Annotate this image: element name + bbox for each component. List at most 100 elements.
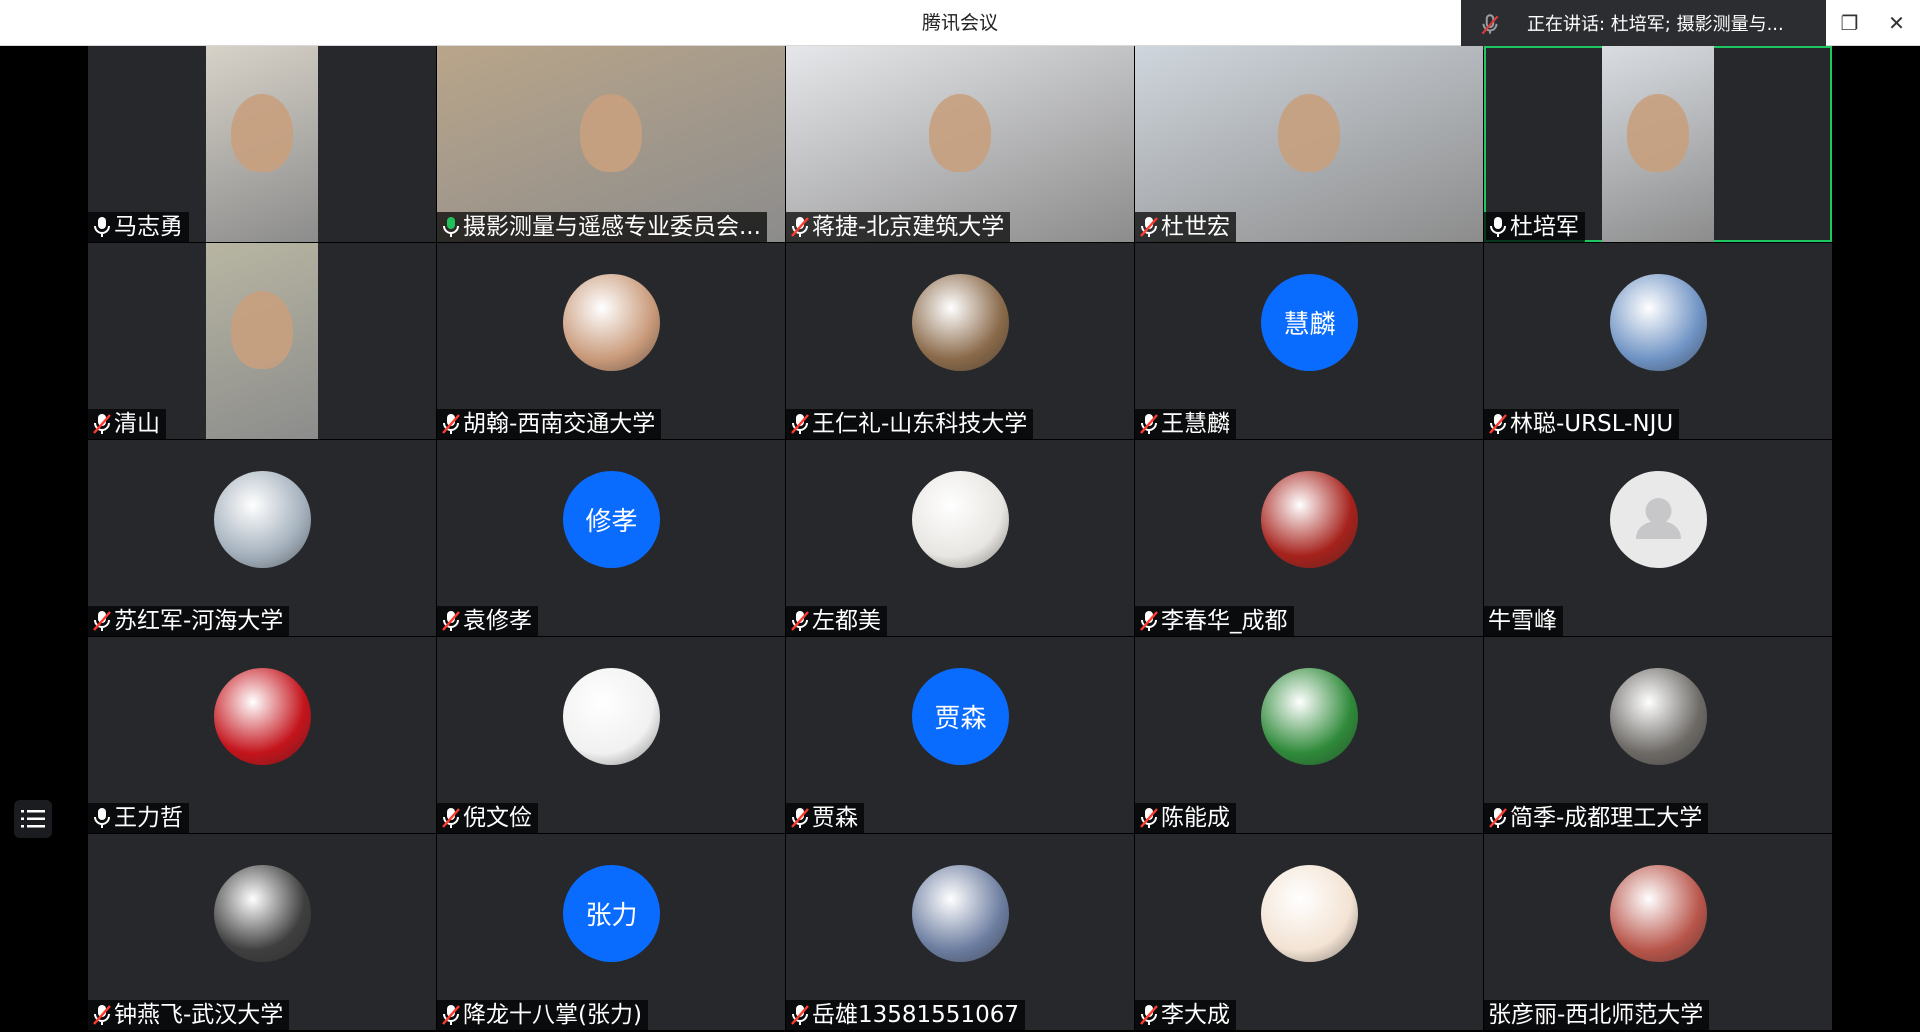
participant-tile[interactable]: 杜世宏 [1135,46,1483,242]
participant-tile[interactable]: 倪文俭 [437,637,785,833]
avatar [1610,471,1707,568]
mic-muted-icon [791,414,809,434]
participant-name: 简季-成都理工大学 [1510,805,1703,831]
name-label: 岳雄13581551067 [786,1000,1025,1030]
person-silhouette [1627,94,1689,173]
participant-tile[interactable]: 杜培军 [1484,46,1832,242]
participant-tile[interactable]: 贾森 贾森 [786,637,1134,833]
mic-icon [94,808,110,828]
participant-tile[interactable]: 林聪-URSL-NJU [1484,243,1832,439]
mic-muted-icon [1140,611,1158,631]
name-label: 李春华_成都 [1135,606,1294,636]
mic-muted-icon [791,217,809,237]
name-label: 林聪-URSL-NJU [1484,409,1680,439]
person-silhouette [231,291,293,370]
avatar [1610,668,1707,765]
mic-muted-icon [1140,217,1158,237]
name-label: 摄影测量与遥感专业委员会... [437,212,767,242]
avatar [214,668,311,765]
participant-tile[interactable]: 王仁礼-山东科技大学 [786,243,1134,439]
name-label: 贾森 [786,803,864,833]
name-label: 蒋捷-北京建筑大学 [786,212,1011,242]
participant-tile[interactable]: 马志勇 [88,46,436,242]
participant-name: 牛雪峰 [1488,608,1557,634]
participant-tile[interactable]: 摄影测量与遥感专业委员会... [437,46,785,242]
list-toggle-button[interactable] [14,800,52,838]
participant-name: 苏红军-河海大学 [114,608,284,634]
participant-name: 降龙十八掌(张力) [463,1002,642,1028]
participant-name: 王力哲 [114,805,183,831]
avatar [912,274,1009,371]
name-label: 倪文俭 [437,803,538,833]
participant-tile[interactable]: 王力哲 [88,637,436,833]
participant-name: 王仁礼-山东科技大学 [812,411,1028,437]
participant-name: 胡翰-西南交通大学 [463,411,656,437]
speaking-indicator: 正在讲话: 杜培军; 摄影测量与... [1461,0,1826,50]
participant-tile[interactable]: 陈能成 [1135,637,1483,833]
mic-muted-icon [1481,14,1499,35]
participant-tile[interactable]: 张彦丽-西北师范大学 [1484,834,1832,1030]
participant-name: 钟燕飞-武汉大学 [114,1002,284,1028]
name-label: 杜世宏 [1135,212,1236,242]
video-feed [206,243,318,439]
avatar: 修孝 [563,471,660,568]
avatar: 张力 [563,865,660,962]
mic-icon [1490,217,1506,237]
participant-tile[interactable]: 左都美 [786,440,1134,636]
mic-muted-icon [1140,1005,1158,1025]
participant-name: 倪文俭 [463,805,532,831]
mic-icon [443,217,459,237]
participant-name: 李大成 [1161,1002,1230,1028]
avatar [912,471,1009,568]
avatar [1261,865,1358,962]
mic-muted-icon [791,1005,809,1025]
close-button[interactable]: ✕ [1873,0,1920,46]
person-silhouette [231,94,293,173]
participant-tile[interactable]: 修孝袁修孝 [437,440,785,636]
mic-muted-icon [93,611,111,631]
participant-tile[interactable]: 清山 [88,243,436,439]
participant-tile[interactable]: 岳雄13581551067 [786,834,1134,1030]
participant-name: 清山 [114,411,160,437]
name-label: 陈能成 [1135,803,1236,833]
avatar [563,274,660,371]
avatar: 贾森 [912,668,1009,765]
name-label: 张彦丽-西北师范大学 [1484,1000,1710,1030]
mic-muted-icon [1140,414,1158,434]
participant-tile[interactable]: 钟燕飞-武汉大学 [88,834,436,1030]
participant-tile[interactable]: 胡翰-西南交通大学 [437,243,785,439]
avatar [214,865,311,962]
name-label: 牛雪峰 [1484,606,1563,636]
name-label: 王慧麟 [1135,409,1236,439]
avatar [214,471,311,568]
participant-tile[interactable]: 慧麟 王慧麟 [1135,243,1483,439]
mic-muted-icon [1140,808,1158,828]
mic-muted-icon [791,611,809,631]
mic-muted-icon [442,1005,460,1025]
video-feed [206,46,318,242]
participant-name: 林聪-URSL-NJU [1510,411,1674,437]
mic-muted-icon [442,808,460,828]
mic-muted-icon [442,611,460,631]
participant-tile[interactable]: 简季-成都理工大学 [1484,637,1832,833]
name-label: 王力哲 [88,803,189,833]
mic-muted-icon [93,1005,111,1025]
participant-name: 左都美 [812,608,881,634]
person-icon [1636,498,1681,539]
restore-button[interactable]: ❐ [1826,0,1873,46]
speaking-text: 正在讲话: 杜培军; 摄影测量与... [1527,14,1784,35]
participant-name: 岳雄13581551067 [812,1002,1019,1028]
name-label: 胡翰-西南交通大学 [437,409,662,439]
participant-tile[interactable]: 苏红军-河海大学 [88,440,436,636]
name-label: 马志勇 [88,212,189,242]
participant-tile[interactable]: 蒋捷-北京建筑大学 [786,46,1134,242]
participant-tile[interactable]: 李大成 [1135,834,1483,1030]
avatar [1261,668,1358,765]
participant-name: 袁修孝 [463,608,532,634]
participant-tile[interactable]: 李春华_成都 [1135,440,1483,636]
participant-name: 杜培军 [1510,214,1579,240]
mic-icon [94,217,110,237]
participant-tile[interactable]: 张力降龙十八掌(张力) [437,834,785,1030]
person-silhouette [1278,94,1340,173]
participant-tile[interactable]: 牛雪峰 [1484,440,1832,636]
